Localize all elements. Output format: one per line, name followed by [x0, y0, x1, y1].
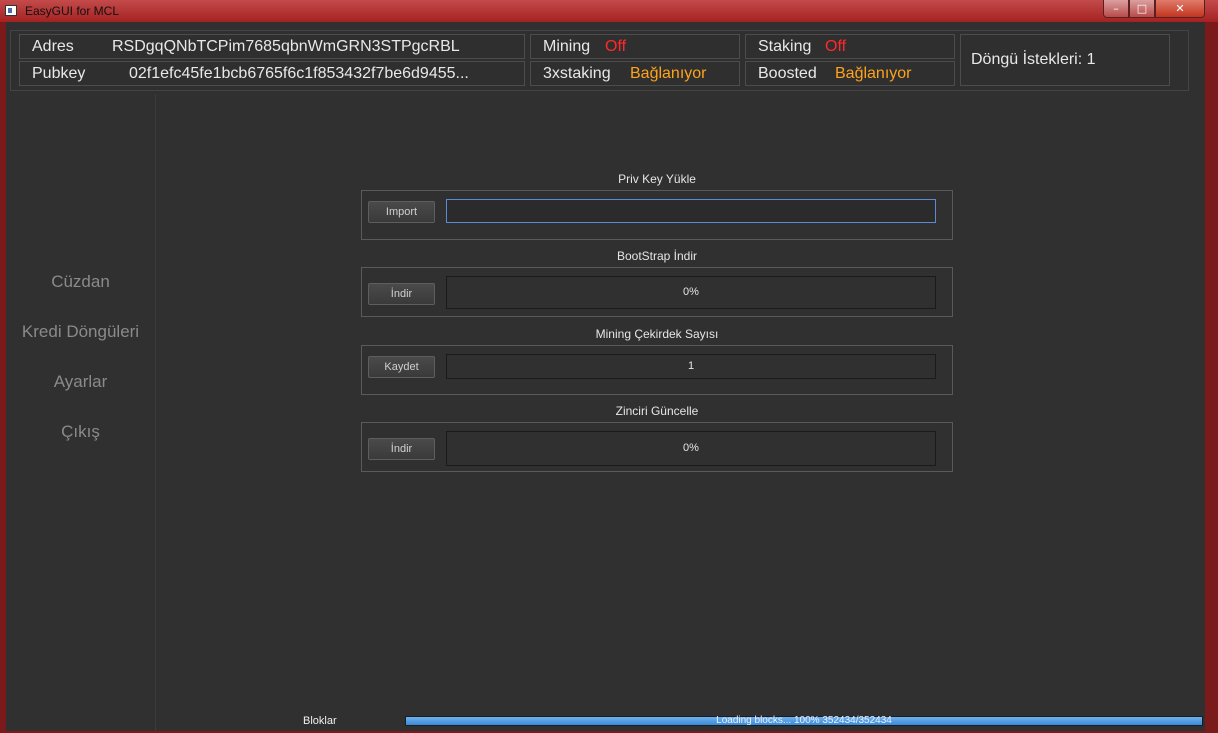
maximize-button[interactable]: □	[1129, 0, 1155, 18]
status-header: Adres RSDgqQNbTCPim7685qbnWmGRN3STPgcRBL…	[10, 30, 1189, 91]
threex-staking-value: Bağlanıyor	[630, 65, 707, 82]
mining-cores-section-title: Mining Çekirdek Sayısı	[595, 327, 719, 341]
window-title: EasyGUI for MCL	[25, 4, 120, 18]
pubkey-label: Pubkey	[32, 65, 86, 82]
sidebar-item-settings[interactable]: Ayarlar	[6, 372, 155, 392]
app-icon	[5, 5, 17, 16]
blocks-progress-text: Loading blocks... 100% 352434/352434	[716, 715, 892, 726]
update-chain-download-button[interactable]: İndir	[368, 438, 435, 460]
blocks-progress-bar: Loading blocks... 100% 352434/352434	[405, 715, 1203, 726]
privkey-section-title: Priv Key Yükle	[618, 172, 696, 186]
import-button[interactable]: Import	[368, 201, 435, 223]
boosted-value: Bağlanıyor	[835, 65, 912, 82]
app-window: EasyGUI for MCL – □ ✕ Adres RSDgqQNbTCPi…	[0, 0, 1218, 733]
mining-cores-value[interactable]: 1	[446, 354, 936, 379]
close-button[interactable]: ✕	[1155, 0, 1205, 18]
staking-status-value: Off	[825, 38, 847, 55]
mining-label: Mining	[543, 38, 591, 55]
address-label: Adres	[32, 38, 74, 55]
sidebar-item-exit[interactable]: Çıkış	[6, 422, 155, 442]
save-button[interactable]: Kaydet	[368, 356, 435, 378]
mining-cores-group: Kaydet 1	[361, 345, 953, 395]
privkey-group: Import	[361, 190, 953, 240]
bootstrap-progress: 0%	[446, 276, 936, 309]
threex-staking-label: 3xstaking	[543, 65, 611, 82]
bootstrap-group: İndir 0%	[361, 267, 953, 317]
cycle-requests-cell: Döngü İstekleri: 1	[960, 34, 1170, 86]
bootstrap-download-button[interactable]: İndir	[368, 283, 435, 305]
cycle-requests-text: Döngü İstekleri: 1	[971, 51, 1096, 68]
mining-status-value: Off	[605, 38, 627, 55]
sidebar-item-wallet[interactable]: Cüzdan	[6, 272, 155, 292]
mining-status-cell: Mining Off	[530, 34, 740, 59]
pubkey-cell: Pubkey 02f1efc45fe1bcb6765f6c1f853432f7b…	[19, 61, 525, 86]
address-value: RSDgqQNbTCPim7685qbnWmGRN3STPgcRBL	[112, 38, 460, 55]
minimize-button[interactable]: –	[1103, 0, 1129, 18]
bootstrap-section-title: BootStrap İndir	[616, 249, 698, 263]
privkey-input[interactable]	[446, 199, 936, 223]
blocks-label: Bloklar	[303, 715, 337, 727]
threex-staking-cell: 3xstaking Bağlanıyor	[530, 61, 740, 86]
boosted-cell: Boosted Bağlanıyor	[745, 61, 955, 86]
main-client-area: Adres RSDgqQNbTCPim7685qbnWmGRN3STPgcRBL…	[6, 22, 1205, 731]
update-chain-section-title: Zinciri Güncelle	[615, 404, 699, 418]
pubkey-value: 02f1efc45fe1bcb6765f6c1f853432f7be6d9455…	[129, 65, 469, 82]
update-chain-group: İndir 0%	[361, 422, 953, 472]
sidebar: Cüzdan Kredi Döngüleri Ayarlar Çıkış	[6, 94, 156, 731]
boosted-label: Boosted	[758, 65, 817, 82]
title-bar[interactable]: EasyGUI for MCL – □ ✕	[0, 0, 1218, 22]
staking-label: Staking	[758, 38, 812, 55]
sidebar-item-credit-cycles[interactable]: Kredi Döngüleri	[6, 322, 155, 342]
staking-status-cell: Staking Off	[745, 34, 955, 59]
update-chain-progress: 0%	[446, 431, 936, 466]
address-cell: Adres RSDgqQNbTCPim7685qbnWmGRN3STPgcRBL	[19, 34, 525, 59]
